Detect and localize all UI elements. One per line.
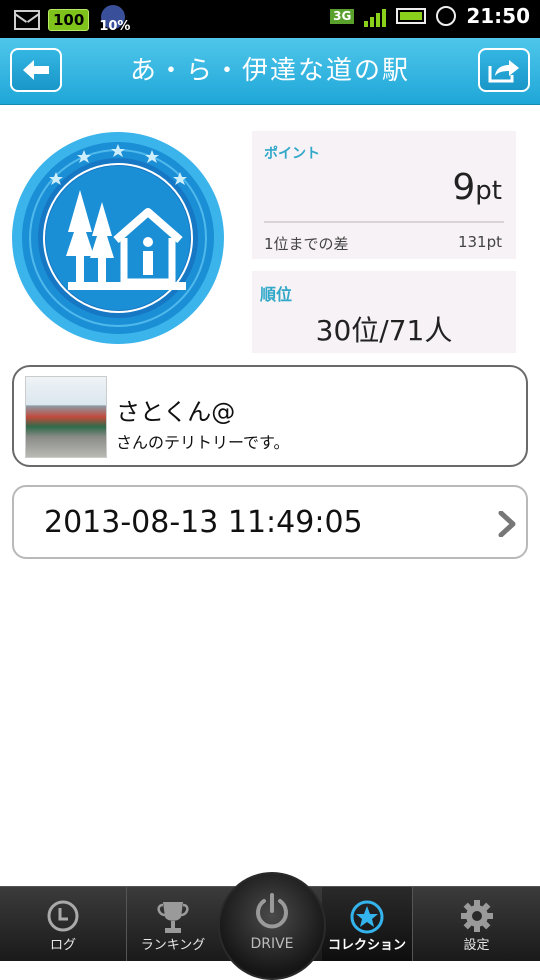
points-value: 9pt (452, 167, 502, 208)
chevron-right-icon (498, 511, 516, 537)
points-number: 9 (452, 167, 476, 208)
rank-value: 30位/71人 (315, 314, 453, 347)
back-button[interactable] (10, 48, 62, 92)
signal-icon (364, 5, 387, 27)
nav-ranking-label: ランキング (140, 938, 206, 953)
status-time: 21:50 (466, 4, 530, 28)
rank-label: 順位 (260, 285, 293, 304)
points-panel: ポイント 9pt 1位までの差 131pt (252, 131, 516, 259)
share-icon (488, 60, 519, 83)
drive-label: DRIVE (250, 936, 294, 952)
battery-level-badge: 100 (48, 9, 90, 31)
visit-date-row[interactable]: 2013-08-13 11:49:05 (12, 485, 528, 559)
nav-collection-label: コレクション (327, 938, 406, 953)
share-button[interactable] (478, 48, 530, 92)
nav-collection[interactable]: コレクション (322, 887, 412, 961)
drive-button[interactable]: DRIVE (218, 872, 326, 980)
gap-to-first-label: 1位までの差 (264, 235, 349, 253)
weather-icon: 10% (97, 5, 131, 35)
power-icon (256, 893, 288, 929)
nav-ranking[interactable]: ランキング (127, 887, 219, 961)
star-icon (350, 900, 384, 934)
clock-icon (47, 900, 79, 932)
weather-percent: 10% (99, 19, 131, 34)
back-arrow-icon (23, 60, 49, 80)
nav-log-label: ログ (49, 938, 76, 953)
alarm-icon (436, 6, 457, 26)
points-unit: pt (475, 176, 502, 206)
station-badge (12, 132, 224, 344)
rank-panel: 順位 30位/71人 (252, 271, 516, 353)
page-title: あ・ら・伊達な道の駅 (129, 56, 410, 86)
owner-photo (25, 376, 107, 458)
territory-owner-card[interactable]: さとくん@ さんのテリトリーです。 (12, 365, 528, 467)
nav-settings[interactable]: 設定 (413, 887, 540, 961)
nav-settings-label: 設定 (463, 938, 490, 953)
status-bar: 100 10% 3G 21:50 (0, 0, 540, 38)
battery-icon (396, 8, 427, 24)
roadside-station-icon (12, 132, 224, 344)
divider (264, 221, 504, 223)
points-label: ポイント (264, 146, 320, 162)
gap-to-first-value: 131pt (457, 233, 502, 251)
visit-datetime: 2013-08-13 11:49:05 (44, 505, 363, 540)
title-bar: あ・ら・伊達な道の駅 (0, 38, 540, 105)
owner-subtitle: さんのテリトリーです。 (116, 433, 290, 452)
gmail-icon (14, 10, 40, 30)
nav-log[interactable]: ログ (0, 887, 126, 961)
owner-name: さとくん@ (116, 398, 236, 426)
network-type-icon: 3G (330, 8, 355, 24)
gear-icon (460, 900, 493, 932)
trophy-icon (157, 902, 189, 933)
